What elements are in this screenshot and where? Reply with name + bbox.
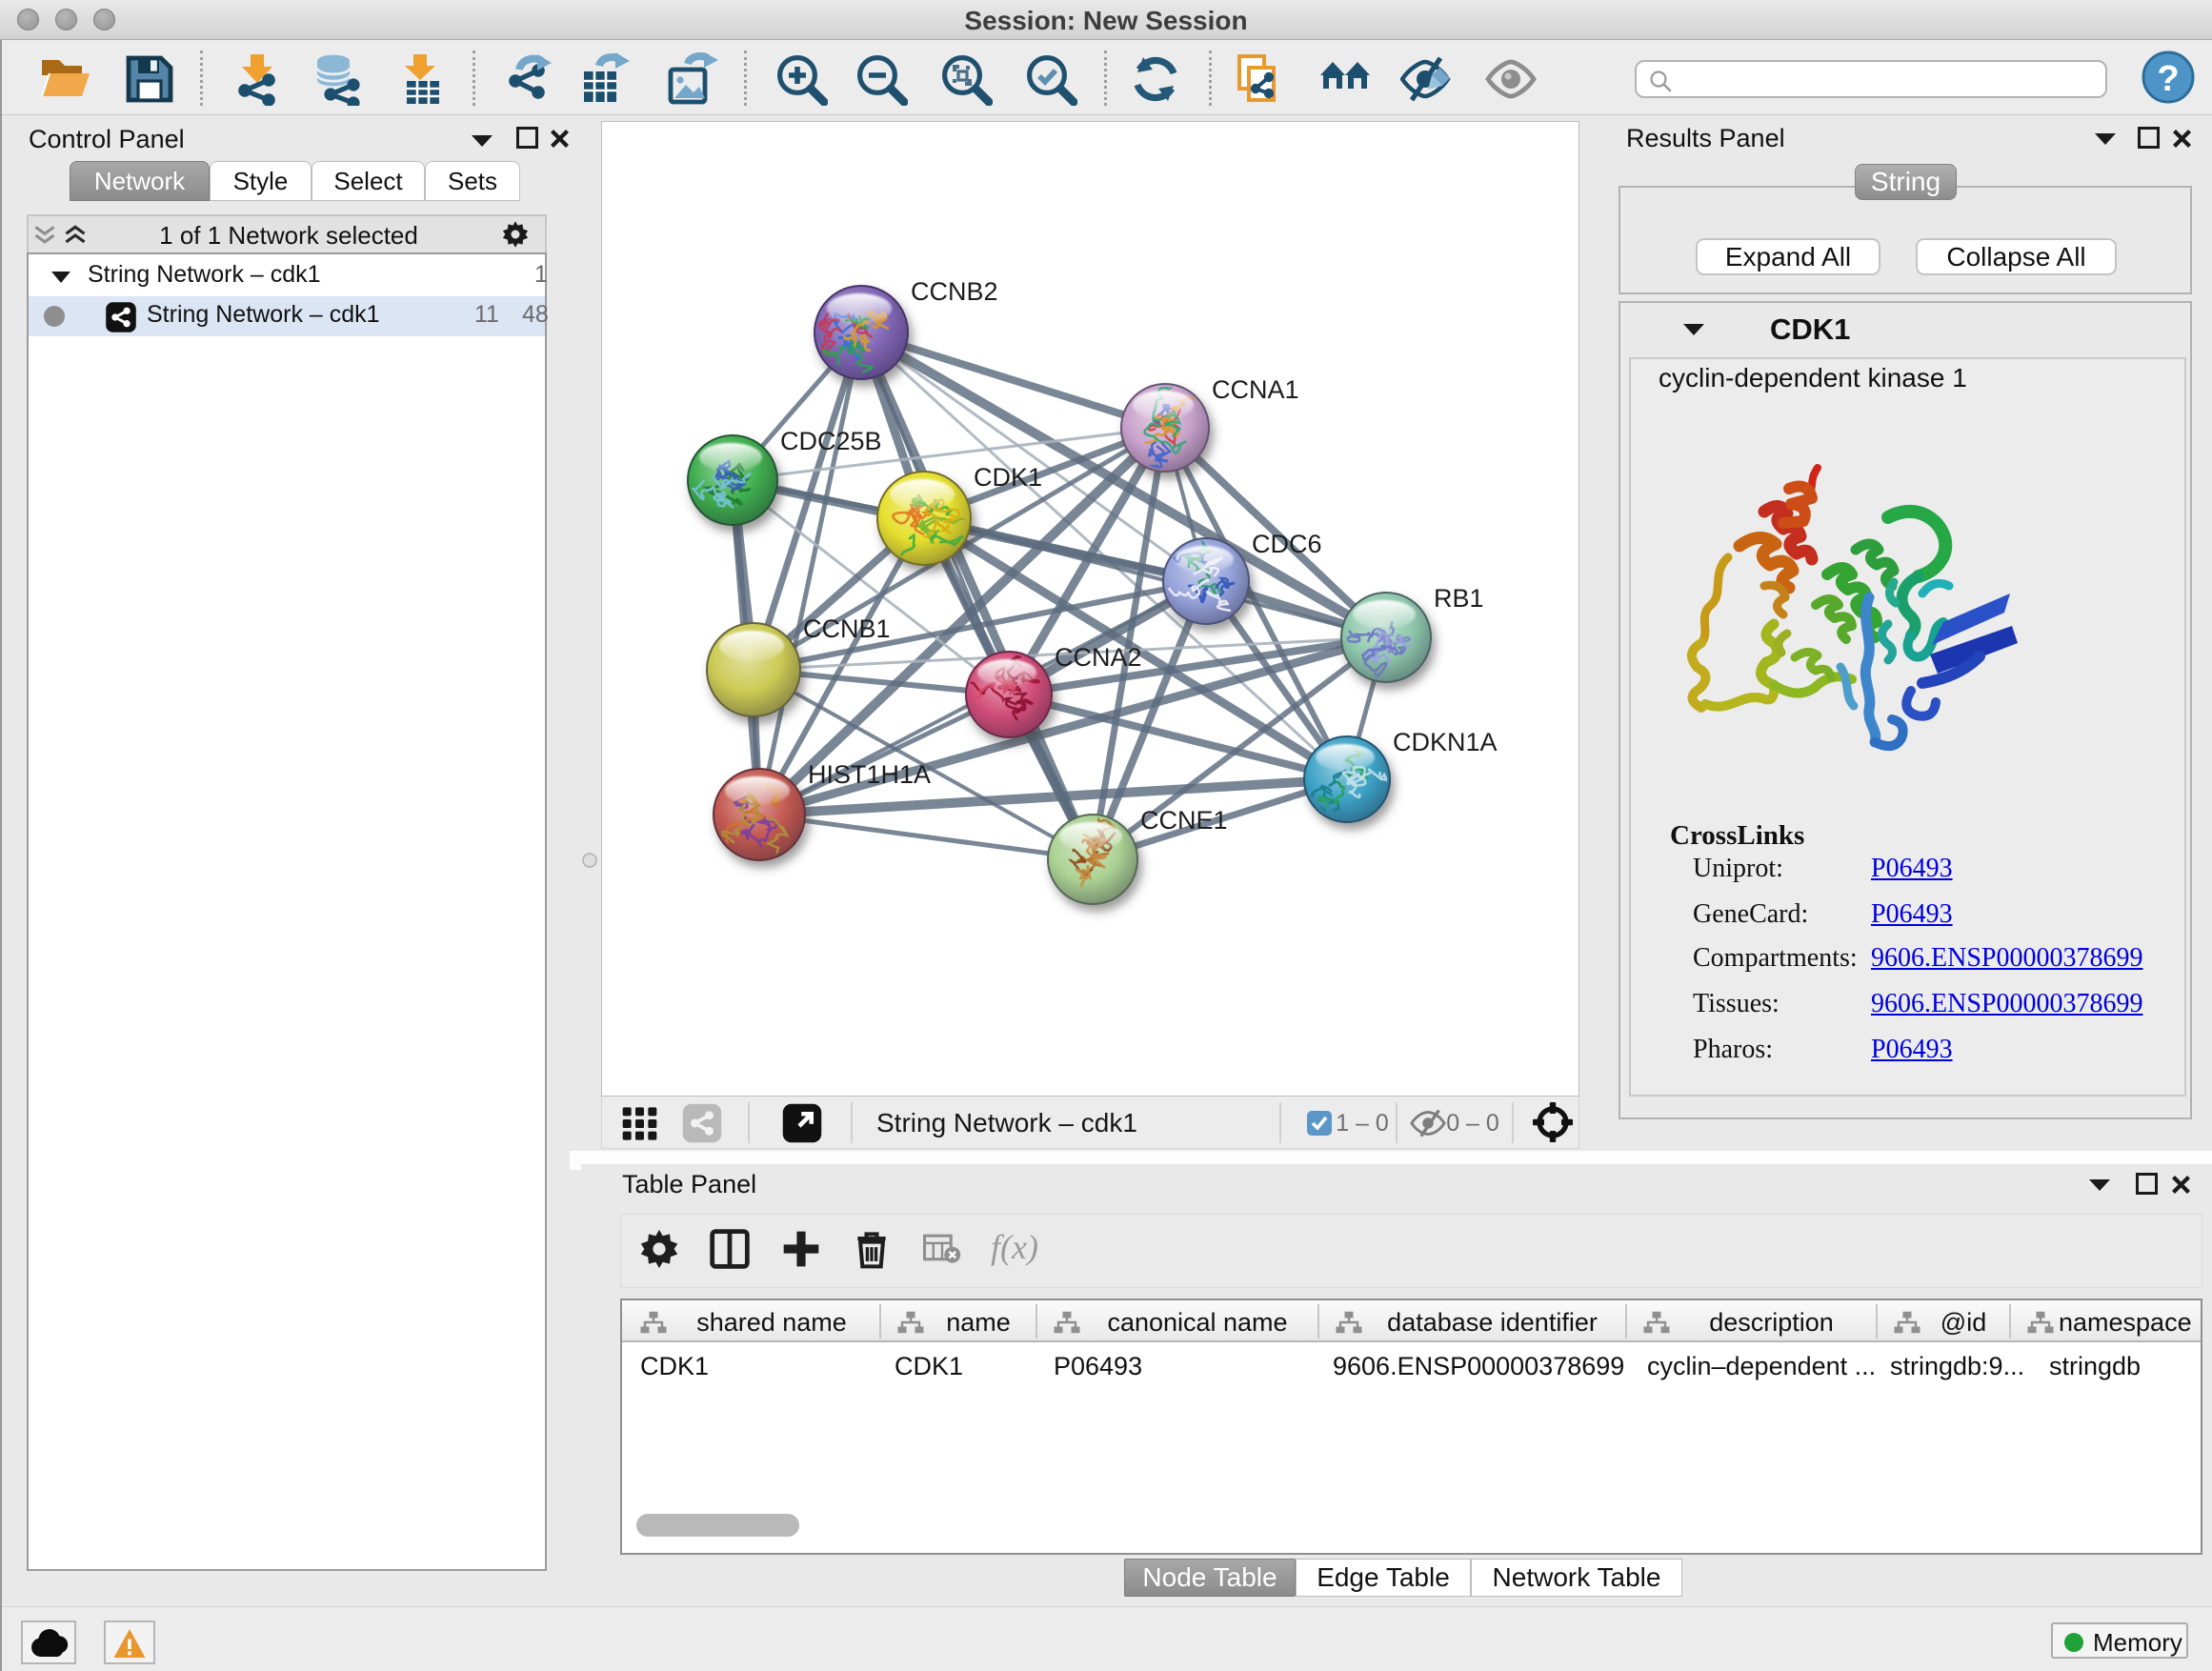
svg-text:CCNE1: CCNE1 [1140, 806, 1228, 835]
svg-text:CCNB1: CCNB1 [803, 614, 891, 643]
svg-text:CDK1: CDK1 [974, 463, 1042, 492]
svg-text:CDC6: CDC6 [1252, 530, 1322, 558]
svg-text:CDKN1A: CDKN1A [1393, 728, 1498, 756]
svg-text:CCNA2: CCNA2 [1055, 643, 1142, 672]
svg-text:CDC25B: CDC25B [780, 427, 882, 455]
svg-text:CCNB2: CCNB2 [911, 277, 998, 306]
svg-text:?: ? [2157, 59, 2179, 99]
svg-text:CCNA1: CCNA1 [1212, 375, 1299, 404]
svg-text:RB1: RB1 [1434, 584, 1484, 613]
svg-text:HIST1H1A: HIST1H1A [808, 760, 931, 789]
